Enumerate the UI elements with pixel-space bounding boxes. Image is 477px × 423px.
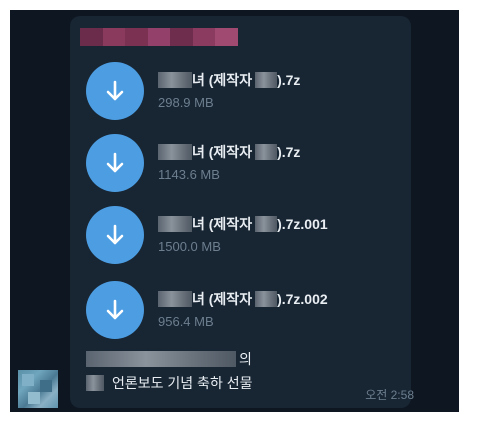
redacted-text [255,72,278,88]
file-name-part: 녀 (제작자 [192,216,253,232]
file-extension: ).7z [277,144,301,160]
file-attachment[interactable]: 녀 (제작자 ).7z.002 956.4 MB [86,281,406,343]
caption-line: 의 [86,350,252,368]
file-name: 녀 (제작자 ).7z.001 [158,214,328,234]
download-arrow-icon [106,299,124,320]
file-extension: ).7z.002 [277,291,328,307]
download-button[interactable] [86,134,144,192]
file-extension: ).7z.001 [277,216,328,232]
redacted-text [158,72,192,88]
caption-text: 의 [239,351,252,367]
file-name: 녀 (제작자 ).7z.002 [158,289,328,309]
file-name-part: 녀 (제작자 [192,144,253,160]
redacted-text [255,216,278,232]
file-name-part: 녀 (제작자 [192,72,253,88]
avatar[interactable] [18,370,58,408]
file-name: 녀 (제작자 ).7z [158,142,300,162]
file-extension: ).7z [277,72,301,88]
caption-line: 언론보도 기념 축하 선물 [86,374,252,392]
redacted-text [158,216,192,232]
file-attachment[interactable]: 녀 (제작자 ).7z.001 1500.0 MB [86,206,406,268]
avatar-pixel [40,380,52,392]
download-button[interactable] [86,62,144,120]
avatar-pixel [28,392,40,404]
redacted-text [158,291,192,307]
download-arrow-icon [106,152,124,173]
download-button[interactable] [86,281,144,339]
file-name-part: 녀 (제작자 [192,291,253,307]
redacted-text [86,351,236,367]
avatar-pixel [22,374,34,386]
file-attachment[interactable]: 녀 (제작자 ).7z 1143.6 MB [86,134,406,196]
file-size: 1143.6 MB [158,167,220,182]
redacted-text [158,144,192,160]
file-size: 1500.0 MB [158,239,221,254]
sender-name-redacted[interactable] [80,28,239,46]
redacted-text [86,375,104,391]
message-timestamp: 오전 2:58 [365,388,414,402]
download-arrow-icon [106,224,124,245]
caption-text: 언론보도 기념 축하 선물 [112,375,253,391]
download-button[interactable] [86,206,144,264]
file-size: 956.4 MB [158,314,214,329]
download-arrow-icon [106,80,124,101]
redacted-text [255,144,278,160]
redacted-text [255,291,278,307]
file-name: 녀 (제작자 ).7z [158,70,300,90]
file-attachment[interactable]: 녀 (제작자 ).7z 298.9 MB [86,62,406,124]
file-size: 298.9 MB [158,95,214,110]
